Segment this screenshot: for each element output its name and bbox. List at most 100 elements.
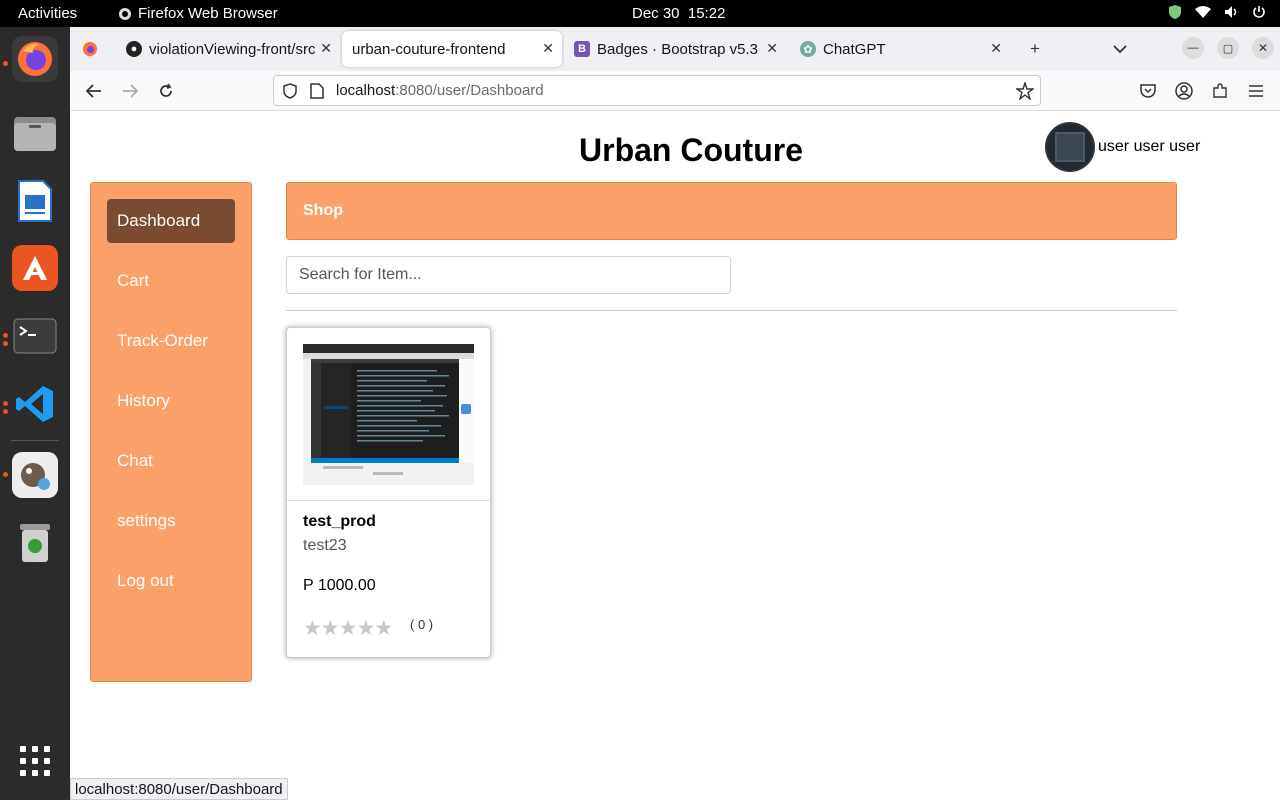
tab-bar: ● violationViewing-front/src ✕ urban-cou…: [70, 27, 1280, 71]
trash-icon: [20, 524, 50, 562]
wifi-icon: [1195, 6, 1211, 18]
grid-icon: [20, 746, 50, 776]
close-tab-icon[interactable]: ✕: [542, 40, 554, 57]
close-icon: ✕: [1257, 41, 1269, 55]
terminal-icon: [13, 318, 57, 354]
running-indicator: [3, 401, 8, 406]
dock-files[interactable]: [12, 110, 58, 156]
dock-software[interactable]: [12, 245, 58, 291]
chevron-down-icon: [1113, 45, 1127, 54]
power-icon: [1253, 6, 1265, 18]
forward-button[interactable]: [118, 79, 142, 103]
product-description: test23: [303, 537, 347, 554]
sidebar-item-dashboard[interactable]: Dashboard: [107, 199, 235, 243]
dock-vscode[interactable]: [12, 381, 58, 427]
close-window-button[interactable]: ✕: [1252, 37, 1274, 59]
dock-firefox[interactable]: [12, 36, 58, 82]
dock-writer[interactable]: [12, 178, 58, 224]
user-profile[interactable]: user user user: [1045, 122, 1200, 172]
close-tab-icon[interactable]: ✕: [990, 40, 1002, 57]
reload-button[interactable]: [154, 79, 178, 103]
back-button[interactable]: [82, 79, 106, 103]
close-tab-icon[interactable]: ✕: [766, 40, 778, 57]
star-icon: ★: [303, 617, 322, 640]
sidebar-item-logout[interactable]: Log out: [107, 559, 235, 603]
vscode-icon: [16, 386, 53, 422]
software-icon: [23, 256, 47, 280]
star-icon: ★: [374, 617, 393, 640]
star-icon: ★: [356, 617, 375, 640]
list-all-tabs-button[interactable]: [1108, 37, 1132, 61]
page-icon: [310, 83, 324, 99]
tab-chatgpt[interactable]: ✿ ChatGPT ✕: [790, 31, 1010, 67]
bootstrap-icon: B: [574, 41, 590, 57]
tab-urban-couture[interactable]: urban-couture-frontend ✕: [342, 31, 562, 67]
account-icon: [1175, 82, 1193, 100]
avatar[interactable]: [1045, 122, 1095, 172]
sidebar-item-settings[interactable]: settings: [107, 499, 235, 543]
restore-icon: ▢: [1222, 42, 1234, 55]
time-label: 15:22: [687, 5, 726, 22]
review-count: ( 0 ): [410, 617, 434, 632]
browser-window: ● violationViewing-front/src ✕ urban-cou…: [70, 27, 1280, 800]
app-menu[interactable]: Firefox Web Browser: [118, 5, 278, 22]
sidebar-item-chat[interactable]: Chat: [107, 439, 235, 483]
extensions-button[interactable]: [1208, 79, 1232, 103]
firefox-view-button[interactable]: [78, 37, 102, 61]
running-indicator: [3, 333, 8, 338]
minimize-button[interactable]: —: [1182, 37, 1204, 59]
back-arrow-icon: [86, 84, 101, 98]
dock-trash[interactable]: [12, 520, 58, 566]
clock[interactable]: Dec 30 15:22: [632, 5, 725, 22]
pocket-icon: [1140, 84, 1156, 98]
date-label: Dec 30: [632, 5, 680, 22]
shield-icon: [283, 83, 297, 99]
pocket-button[interactable]: [1136, 79, 1160, 103]
tab-label: violationViewing-front/src: [149, 40, 316, 58]
dock-show-apps[interactable]: [12, 738, 58, 784]
running-indicator: [3, 472, 8, 477]
account-button[interactable]: [1172, 79, 1196, 103]
star-bookmark-icon[interactable]: [1016, 82, 1034, 100]
puzzle-icon: [1213, 83, 1227, 98]
search-input[interactable]: [286, 256, 731, 294]
activities-button[interactable]: Activities: [18, 5, 77, 22]
gimp-icon: [21, 463, 50, 490]
sidebar-item-cart[interactable]: Cart: [107, 259, 235, 303]
tab-bootstrap-badges[interactable]: B Badges · Bootstrap v5.3 ✕: [564, 31, 786, 67]
tab-github[interactable]: ● violationViewing-front/src ✕: [116, 31, 340, 67]
url-path: :8080/user/Dashboard: [395, 82, 544, 99]
card-divider: [287, 500, 490, 501]
product-card[interactable]: test_prod test23 P 1000.00 ★★★★★ ( 0 ): [286, 327, 491, 658]
product-name: test_prod: [303, 513, 376, 530]
sidebar-item-history[interactable]: History: [107, 379, 235, 423]
sidebar-item-track-order[interactable]: Track-Order: [107, 319, 235, 363]
volume-icon: [1225, 6, 1237, 18]
dock-gimp[interactable]: [12, 452, 58, 498]
section-header: Shop: [286, 182, 1177, 240]
dock-separator: [11, 440, 59, 441]
new-tab-button[interactable]: +: [1023, 37, 1047, 61]
product-screenshot-thumbnail: [303, 344, 474, 485]
reload-icon: [160, 83, 172, 97]
nav-bar: localhost:8080/user/Dashboard: [70, 71, 1280, 111]
app-name: Firefox Web Browser: [138, 5, 278, 22]
restore-button[interactable]: ▢: [1217, 37, 1239, 59]
hamburger-icon: [1249, 85, 1263, 97]
close-tab-icon[interactable]: ✕: [320, 40, 332, 57]
menu-button[interactable]: [1244, 79, 1268, 103]
product-price: P 1000.00: [303, 577, 376, 594]
star-rating: ★★★★★: [303, 616, 393, 641]
system-tray[interactable]: [1168, 4, 1266, 20]
plus-icon: +: [1030, 39, 1040, 58]
github-icon: ●: [126, 41, 142, 57]
status-bar-url: localhost:8080/user/Dashboard: [70, 778, 288, 800]
divider: [286, 310, 1177, 311]
dock-terminal[interactable]: [12, 313, 58, 359]
system-top-bar: Activities Firefox Web Browser Dec 30 15…: [0, 0, 1280, 27]
tab-label: ChatGPT: [823, 40, 886, 58]
running-indicator: [3, 61, 8, 66]
minimize-icon: —: [1187, 42, 1199, 54]
address-bar[interactable]: localhost:8080/user/Dashboard: [273, 75, 1041, 106]
web-page: Urban Couture user user user Dashboard C…: [70, 112, 1280, 800]
